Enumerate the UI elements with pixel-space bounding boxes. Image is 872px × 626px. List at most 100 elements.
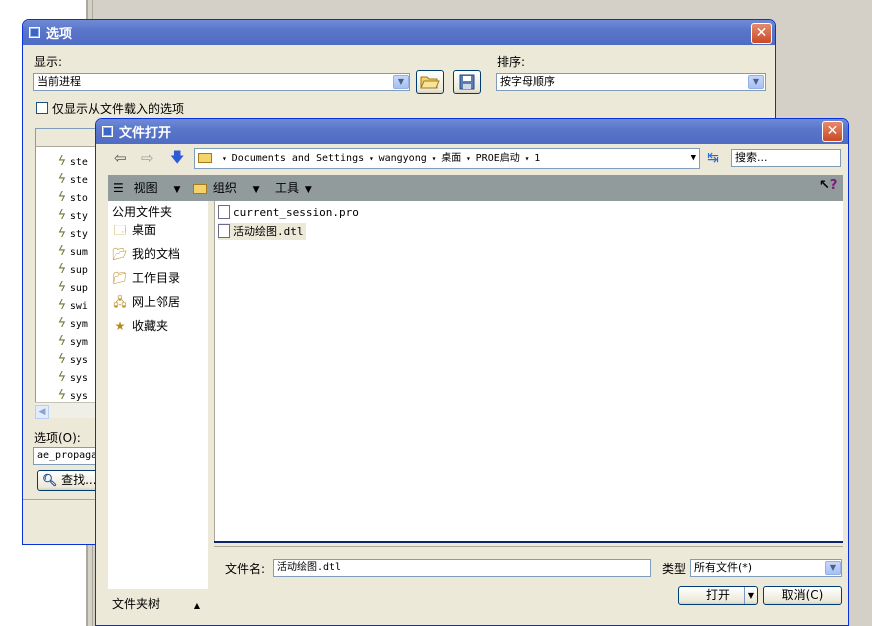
tree-item[interactable]: ϟ sys — [58, 369, 88, 387]
type-dropdown-button[interactable]: ▼ — [825, 561, 841, 575]
organize-menu[interactable]: 组织 ▼ — [193, 179, 260, 197]
find-button-label: 查找... — [61, 473, 97, 487]
places-item[interactable]: 📂︎ 我的文档 — [112, 244, 180, 264]
breadcrumb-separator-icon[interactable]: ▾ — [222, 154, 232, 163]
tools-menu[interactable]: 工具 ▼ — [275, 179, 312, 197]
tree-item[interactable]: ϟ ste — [58, 171, 88, 189]
tree-item-label: sup — [69, 265, 88, 276]
breadcrumb-item[interactable]: wangyong — [379, 153, 427, 164]
nav-forward-button[interactable]: ⇨ — [141, 149, 159, 167]
cancel-button-label: 取消(C) — [781, 588, 824, 602]
tree-item[interactable]: ϟ sup — [58, 279, 88, 297]
type-label: 类型 — [662, 562, 687, 576]
breadcrumb-separator-icon[interactable]: ▾ — [461, 154, 475, 163]
tree-item-label: sys — [69, 373, 88, 384]
tree-item-label: sty — [69, 229, 88, 240]
chevron-up-icon: ▲ — [193, 601, 200, 610]
open-folder-icon — [420, 76, 440, 89]
file-dialog-titlebar[interactable]: 文件打开 — [96, 119, 848, 144]
tree-item-label: swi — [69, 301, 88, 312]
window-icon — [29, 27, 40, 38]
view-menu-label: 视图 — [133, 181, 158, 195]
save-icon — [459, 74, 475, 90]
tree-item[interactable]: ϟ sym — [58, 315, 88, 333]
file-item[interactable]: 活动绘图.dtl — [218, 223, 306, 240]
places-item-label: 桌面 — [132, 223, 157, 237]
sort-select[interactable]: 按字母顺序 — [496, 73, 766, 91]
breadcrumb-separator-icon[interactable]: ▾ — [520, 154, 534, 163]
address-dropdown-icon[interactable]: ▼ — [691, 149, 696, 168]
options-titlebar[interactable]: 选项 — [23, 20, 775, 45]
breadcrumb-item[interactable]: 1 — [534, 153, 540, 164]
places-item-label: 收藏夹 — [132, 319, 169, 333]
tree-item-label: sym — [69, 337, 88, 348]
option-bolt-icon: ϟ — [58, 334, 66, 349]
filename-label: 文件名: — [225, 562, 266, 576]
option-bolt-icon: ϟ — [58, 244, 66, 259]
tree-item-label: sty — [69, 211, 88, 222]
breadcrumb-item[interactable]: 桌面 — [441, 153, 461, 164]
file-dialog-close-button[interactable]: ✕ — [822, 121, 843, 142]
places-item[interactable]: 📁︎ 工作目录 — [112, 268, 180, 288]
tree-item[interactable]: ϟ sup — [58, 261, 88, 279]
show-select[interactable]: 当前进程 — [33, 73, 410, 91]
show-dropdown-button[interactable]: ▼ — [393, 75, 409, 89]
organize-folder-icon — [193, 183, 207, 194]
save-config-button[interactable] — [453, 70, 481, 94]
file-item-label: current_session.pro — [233, 206, 359, 219]
tree-item[interactable]: ϟ sym — [58, 333, 88, 351]
breadcrumb-separator-icon[interactable]: ▾ — [427, 154, 441, 163]
only-loaded-checkbox[interactable] — [36, 102, 48, 114]
show-select-value: 当前进程 — [37, 75, 81, 88]
breadcrumb-separator-icon[interactable]: ▾ — [364, 154, 378, 163]
places-item[interactable]: ★ 收藏夹 — [112, 316, 168, 336]
tree-item-label: sup — [69, 283, 88, 294]
scroll-left-icon[interactable]: ◀ — [35, 405, 49, 419]
window-icon — [102, 126, 113, 137]
cancel-button[interactable]: 取消(C) — [763, 586, 842, 605]
tree-item-label: sto — [69, 193, 88, 204]
sort-dropdown-button[interactable]: ▼ — [748, 75, 764, 89]
filename-input[interactable]: 活动绘图.dtl — [273, 559, 651, 577]
type-select[interactable]: 所有文件(*) — [690, 559, 842, 577]
option-bolt-icon: ϟ — [58, 280, 66, 295]
open-split-dropdown[interactable]: ▼ — [744, 587, 757, 604]
nav-back-button[interactable]: ⇦ — [114, 149, 132, 167]
type-select-value: 所有文件(*) — [694, 561, 753, 574]
file-list-bottom-border — [214, 541, 843, 543]
option-bolt-icon: ϟ — [58, 298, 66, 313]
sort-select-value: 按字母顺序 — [500, 75, 555, 88]
address-bar[interactable]: ▾ Documents and Settings ▾ wangyong ▾ 桌面… — [194, 148, 700, 169]
tree-item[interactable]: ϟ ste — [58, 153, 88, 171]
tree-item[interactable]: ϟ sys — [58, 351, 88, 369]
tree-item[interactable]: ϟ sum — [58, 243, 88, 261]
tree-item[interactable]: ϟ sys — [58, 387, 88, 405]
breadcrumb-item[interactable]: PROE启动 — [476, 153, 520, 164]
places-item[interactable]: 🖧︎ 网上邻居 — [112, 292, 180, 312]
filename-value: 活动绘图.dtl — [277, 562, 342, 573]
chevron-down-icon: ▼ — [304, 185, 312, 195]
option-bolt-icon: ϟ — [58, 262, 66, 277]
folder-tree-toggle[interactable]: 文件夹树 ▲ — [112, 595, 200, 612]
places-item[interactable]: 🗔︎ 桌面 — [112, 220, 156, 240]
show-label: 显示: — [34, 55, 63, 69]
option-bolt-icon: ϟ — [58, 388, 66, 403]
options-close-button[interactable]: ✕ — [751, 23, 772, 44]
refresh-button[interactable]: ↹ — [703, 148, 723, 169]
file-item[interactable]: current_session.pro — [218, 204, 359, 221]
tree-item[interactable]: ϟ sty — [58, 225, 88, 243]
nav-down-icon[interactable]: 🡇︎ — [170, 149, 184, 167]
magnifier-icon: 🔍︎ — [42, 473, 58, 487]
tree-item[interactable]: ϟ sto — [58, 189, 88, 207]
options-title: 选项 — [46, 27, 73, 42]
tree-item[interactable]: ϟ sty — [58, 207, 88, 225]
file-list[interactable] — [214, 201, 843, 541]
view-menu[interactable]: ☰ 视图 ▼ — [113, 179, 180, 197]
help-pointer-icon[interactable]: ↖? — [819, 178, 837, 193]
breadcrumb-item[interactable]: Documents and Settings — [232, 153, 364, 164]
tree-item[interactable]: ϟ swi — [58, 297, 88, 315]
open-folder-button[interactable] — [416, 70, 444, 94]
search-input[interactable]: 搜索... — [731, 149, 841, 167]
tree-item-label: ste — [69, 175, 88, 186]
open-button[interactable]: 打开 ▼ — [678, 586, 758, 605]
